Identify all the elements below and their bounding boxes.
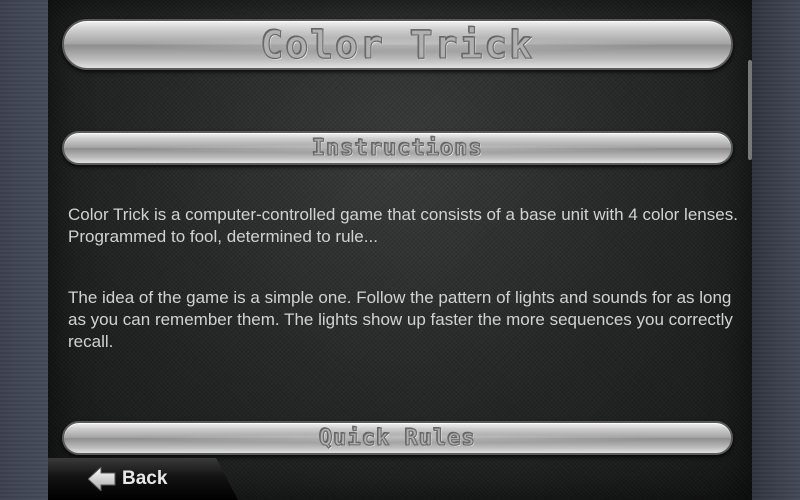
right-side-background <box>752 0 800 500</box>
quick-rules-header: Quick Rules <box>62 421 733 455</box>
instructions-paragraph-2: The idea of the game is a simple one. Fo… <box>68 288 733 351</box>
page-title: Color Trick <box>260 22 535 67</box>
left-arrow-icon <box>88 467 116 491</box>
instructions-paragraph-1: Color Trick is a computer-controlled gam… <box>68 205 738 246</box>
left-side-background <box>0 0 48 500</box>
quick-rules-title: Quick Rules <box>319 425 476 451</box>
instructions-header: Instructions <box>62 131 733 165</box>
vertical-scrollbar[interactable] <box>748 60 752 160</box>
title-banner: Color Trick <box>62 19 733 70</box>
back-label: Back <box>122 468 168 489</box>
instructions-title: Instructions <box>311 135 483 161</box>
back-button[interactable]: Back <box>48 458 238 500</box>
